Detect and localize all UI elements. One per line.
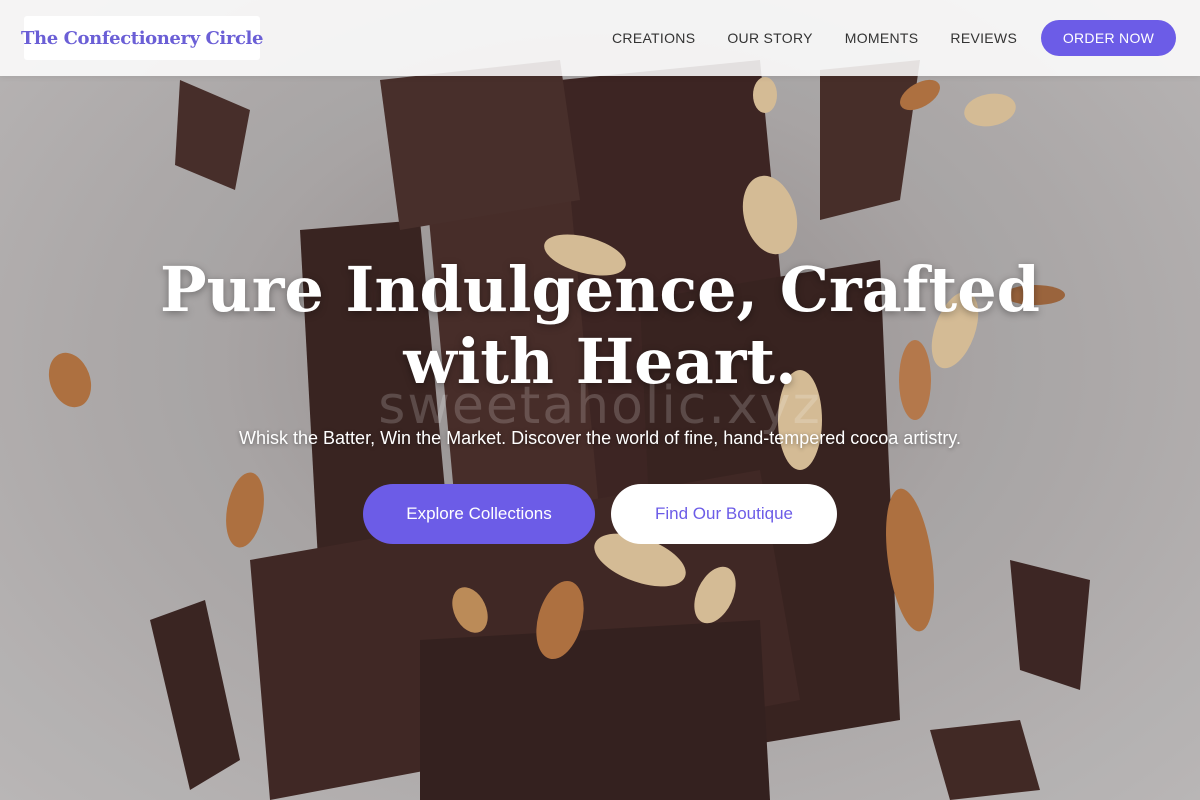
nav-link-moments[interactable]: MOMENTS [845, 30, 919, 46]
hero-subtitle: Whisk the Batter, Win the Market. Discov… [239, 428, 961, 448]
nav-link-reviews[interactable]: REVIEWS [950, 30, 1017, 46]
main-nav: CREATIONS OUR STORY MOMENTS REVIEWS [612, 0, 1049, 76]
order-now-button[interactable]: ORDER NOW [1041, 20, 1176, 56]
explore-collections-button[interactable]: Explore Collections [363, 484, 595, 544]
nav-link-creations[interactable]: CREATIONS [612, 30, 695, 46]
site-header: The Confectionery Circle CREATIONS OUR S… [0, 0, 1200, 76]
find-boutique-button[interactable]: Find Our Boutique [611, 484, 837, 544]
logo[interactable]: The Confectionery Circle [21, 16, 263, 60]
nav-link-our-story[interactable]: OUR STORY [727, 30, 812, 46]
logo-text: The Confectionery Circle [21, 27, 263, 49]
watermark: sweetaholic.xyz [378, 376, 822, 436]
hero-title-line1: Pure Indulgence, Crafted [160, 253, 1040, 326]
